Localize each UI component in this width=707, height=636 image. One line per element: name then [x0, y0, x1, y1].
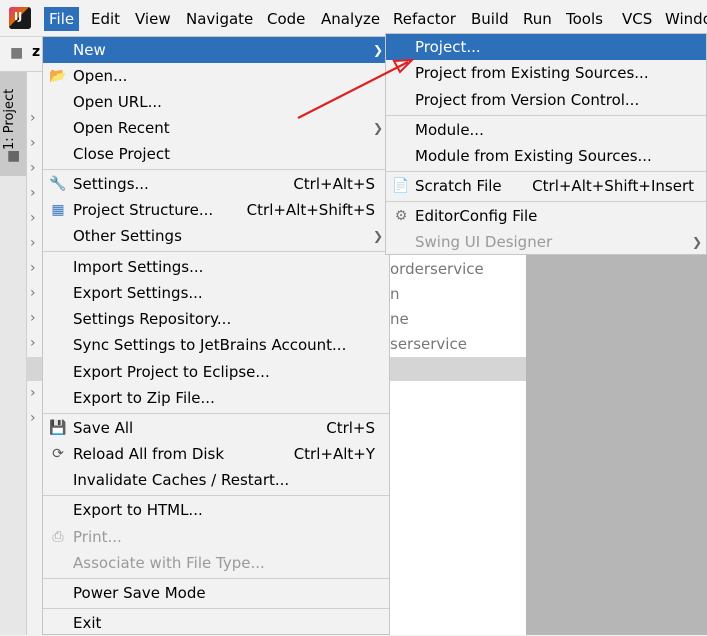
menu-separator: [43, 251, 389, 252]
menu-edit[interactable]: Edit: [86, 7, 125, 31]
menu-separator: [386, 201, 706, 202]
menu-separator: [43, 169, 389, 170]
nav-toolbar: ■ z: [0, 37, 42, 72]
project-tool-tab-label: 1: Project: [2, 88, 17, 150]
menu-item-save-all[interactable]: 💾 Save All Ctrl+S: [43, 415, 389, 441]
menu-view[interactable]: View: [130, 7, 176, 31]
menu-item-power-save[interactable]: Power Save Mode: [43, 580, 389, 606]
menu-item-editorconfig[interactable]: ⚙ EditorConfig File: [386, 203, 706, 229]
menu-window[interactable]: Windo: [660, 7, 707, 31]
menu-item-project-vcs[interactable]: Project from Version Control...: [386, 87, 706, 113]
menu-tools[interactable]: Tools: [561, 7, 608, 31]
printer-icon: ⎙: [52, 529, 64, 545]
tree-expand-icon[interactable]: ›: [30, 185, 42, 201]
save-icon: 💾: [49, 420, 67, 436]
menu-separator: [43, 608, 389, 609]
tree-expand-icon[interactable]: ›: [30, 335, 42, 351]
menu-item-swing-ui-designer: Swing UI Designer ❯: [386, 229, 706, 255]
menu-separator: [43, 495, 389, 496]
menu-item-sync-settings[interactable]: Sync Settings to JetBrains Account...: [43, 332, 389, 358]
menu-item-project-existing-sources[interactable]: Project from Existing Sources...: [386, 60, 706, 86]
open-folder-icon: 📂: [49, 68, 67, 84]
menu-separator: [43, 413, 389, 414]
tree-item[interactable]: n: [390, 285, 400, 303]
menu-item-export-eclipse[interactable]: Export Project to Eclipse...: [43, 359, 389, 385]
menu-item-print: ⎙ Print...: [43, 524, 389, 550]
menu-item-export-html[interactable]: Export to HTML...: [43, 497, 389, 523]
tree-expand-icon[interactable]: ›: [30, 110, 42, 126]
menu-item-associate-file-type: Associate with File Type...: [73, 554, 265, 572]
tree-expand-icon[interactable]: ›: [30, 160, 42, 176]
menu-code[interactable]: Code: [262, 7, 310, 31]
menu-item-reload[interactable]: ⟳ Reload All from Disk Ctrl+Alt+Y: [43, 441, 389, 467]
submenu-arrow-icon: ❯: [372, 229, 383, 243]
menu-item-invalidate-caches[interactable]: Invalidate Caches / Restart...: [43, 467, 389, 493]
menu-item-project-structure[interactable]: ▦ Project Structure... Ctrl+Alt+Shift+S: [43, 197, 389, 223]
project-tree-panel: [390, 255, 526, 635]
gear-icon: ⚙: [394, 208, 408, 224]
tree-item[interactable]: orderservice: [390, 260, 484, 278]
main-menubar: IJ File Edit View Navigate Code Analyze …: [0, 0, 707, 37]
reload-icon: ⟳: [52, 446, 64, 462]
menu-build[interactable]: Build: [466, 7, 514, 31]
menu-vcs[interactable]: VCS: [617, 7, 657, 31]
annotation-arrow: [297, 58, 415, 119]
intellij-logo-icon: IJ: [9, 7, 31, 29]
project-structure-icon: ▦: [51, 202, 65, 218]
menu-item-exit[interactable]: Exit: [43, 610, 389, 636]
menu-item-scratch-file[interactable]: 📄 Scratch File Ctrl+Alt+Shift+Insert: [386, 173, 706, 199]
tree-expand-icon[interactable]: ›: [30, 310, 42, 326]
new-submenu: Project... Project from Existing Sources…: [385, 33, 707, 255]
menu-separator: [386, 171, 706, 172]
menu-item-close-project[interactable]: Close Project: [43, 141, 389, 167]
tree-expand-icon[interactable]: ›: [30, 285, 42, 301]
menu-item-module-existing-sources[interactable]: Module from Existing Sources...: [386, 143, 706, 169]
tree-item[interactable]: serservice: [390, 335, 467, 353]
tree-expand-icon[interactable]: ›: [30, 385, 42, 401]
menu-item-new-project[interactable]: Project...: [386, 34, 706, 60]
menu-item-other-settings[interactable]: Other Settings ❯: [43, 223, 389, 249]
tree-expand-icon[interactable]: ›: [30, 210, 42, 226]
folder-icon: ■: [10, 45, 24, 61]
tree-selected-row: [390, 357, 526, 381]
menu-file[interactable]: File: [44, 7, 80, 31]
folder-icon: ■: [7, 148, 21, 164]
menu-refactor[interactable]: Refactor: [388, 7, 461, 31]
menu-item-export-zip[interactable]: Export to Zip File...: [43, 385, 389, 411]
editor-area: [526, 255, 707, 635]
menu-navigate[interactable]: Navigate: [181, 7, 258, 31]
breadcrumb-project[interactable]: z: [32, 44, 40, 60]
tree-selection: [26, 357, 42, 381]
submenu-arrow-icon: ❯: [691, 235, 702, 249]
menu-analyze[interactable]: Analyze: [316, 7, 385, 31]
menu-item-import-settings[interactable]: Import Settings...: [43, 254, 389, 280]
menu-item-settings-repository[interactable]: Settings Repository...: [43, 306, 389, 332]
menu-item-export-settings[interactable]: Export Settings...: [43, 280, 389, 306]
wrench-icon: 🔧: [49, 176, 67, 192]
menu-separator: [43, 578, 389, 579]
tree-expand-icon[interactable]: ›: [30, 410, 42, 426]
menu-run[interactable]: Run: [518, 7, 557, 31]
scratch-file-icon: 📄: [392, 178, 410, 194]
tree-expand-icon[interactable]: ›: [30, 135, 42, 151]
tree-expand-icon[interactable]: ›: [30, 260, 42, 276]
tree-item[interactable]: ne: [390, 310, 409, 328]
menu-item-settings[interactable]: 🔧 Settings... Ctrl+Alt+S: [43, 171, 389, 197]
menu-separator: [386, 115, 706, 116]
menu-item-module[interactable]: Module...: [386, 117, 706, 143]
tree-expand-icon[interactable]: ›: [30, 235, 42, 251]
